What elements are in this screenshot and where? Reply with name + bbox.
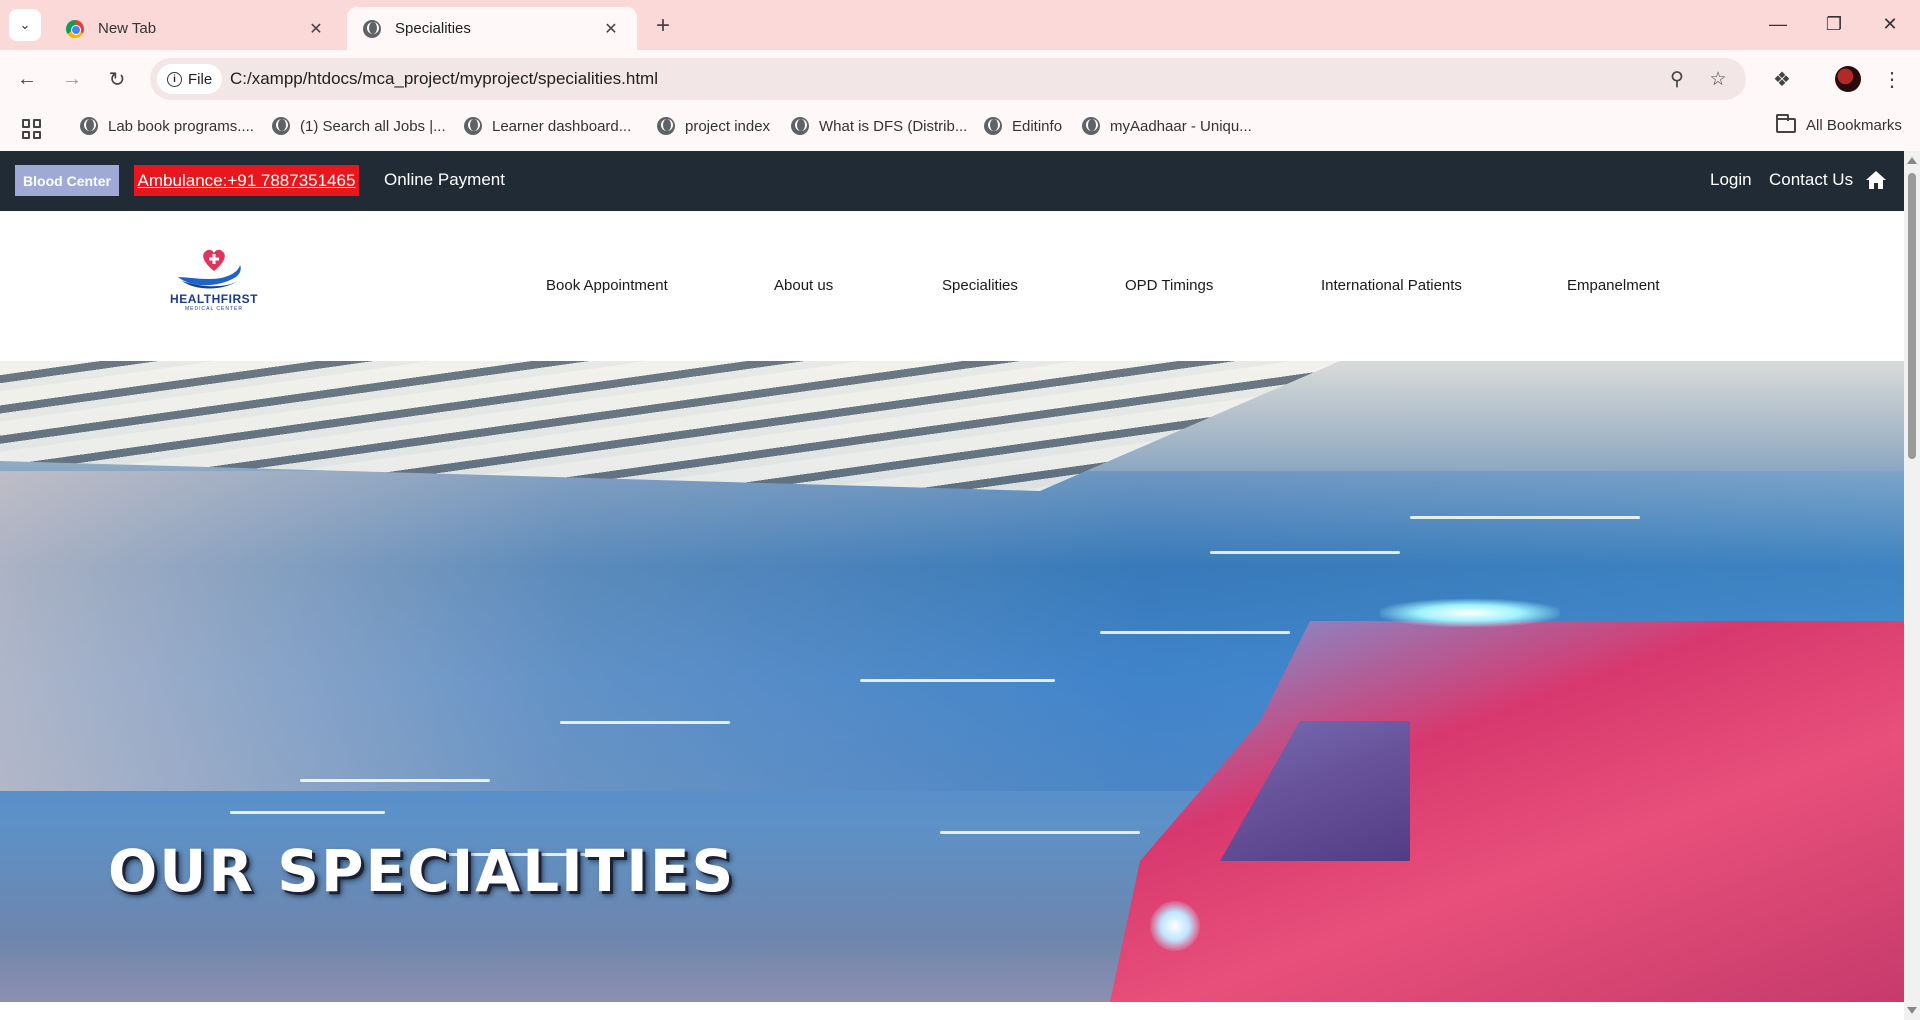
back-icon[interactable]: ← [12,64,42,94]
light-streak [560,721,730,724]
heart-hand-icon [178,249,241,289]
scroll-thumb[interactable] [1908,173,1916,459]
extensions-icon[interactable]: ❖ [1767,64,1797,94]
bookmark-label: What is DFS (Distrib... [819,117,968,135]
tab-specialities[interactable]: Specialities ✕ [347,7,637,50]
all-bookmarks-button[interactable]: All Bookmarks [1776,114,1902,134]
all-bookmarks-label: All Bookmarks [1806,117,1902,134]
online-payment-link[interactable]: Online Payment [384,170,505,190]
hero-banner: OUR SPECIALITIES [0,361,1904,1002]
globe-icon [272,117,290,135]
globe-icon [984,117,1002,135]
bookmark-item[interactable]: myAadhaar - Uniqu... [1082,117,1252,135]
bookmark-label: myAadhaar - Uniqu... [1110,117,1252,135]
minimize-icon[interactable]: — [1756,8,1800,40]
forward-icon[interactable]: → [57,64,87,94]
close-icon[interactable]: ✕ [306,19,326,39]
chevron-down-icon: ⌄ [19,17,31,32]
light-streak [860,679,1055,682]
tab-title: New Tab [98,20,157,37]
browser-toolbar: ← → ↻ i File C:/xampp/htdocs/mca_project… [0,50,1920,107]
close-icon[interactable]: ✕ [601,19,621,39]
bookmark-label: Learner dashboard... [492,117,632,135]
page-scrollbar[interactable] [1904,151,1920,1020]
ambulance-link[interactable]: Ambulance:+91 7887351465 [134,165,359,196]
main-navigation: HEALTHFIRST MEDICAL CENTER Book Appointm… [0,211,1904,361]
top-info-bar: Blood Center Ambulance:+91 7887351465 On… [0,151,1904,211]
site-info-label: File [188,70,213,88]
new-tab-button[interactable]: + [650,12,676,40]
browser-tab-strip: ⌄ New Tab ✕ Specialities ✕ + — ❐ ✕ [0,0,1920,50]
light-streak [1210,551,1400,554]
url-text[interactable]: C:/xampp/htdocs/mca_project/myproject/sp… [230,69,658,89]
contact-us-link[interactable]: Contact Us [1769,170,1853,190]
light-streak [940,831,1140,834]
nav-book-appointment[interactable]: Book Appointment [546,277,668,294]
nav-international-patients[interactable]: International Patients [1321,277,1462,294]
nav-opd-timings[interactable]: OPD Timings [1125,277,1213,294]
light-streak [300,779,490,782]
login-link[interactable]: Login [1710,170,1752,190]
star-icon[interactable]: ☆ [1706,67,1730,91]
nav-empanelment[interactable]: Empanelment [1567,277,1660,294]
tab-new-tab[interactable]: New Tab ✕ [50,7,342,50]
bookmark-item[interactable]: Lab book programs.... [80,117,254,135]
tab-search-button[interactable]: ⌄ [9,9,41,41]
folder-icon [1776,114,1796,133]
scroll-down-arrow-icon[interactable] [1907,1007,1917,1014]
site-info-chip[interactable]: i File [157,64,223,94]
zoom-icon[interactable]: ⚲ [1665,67,1689,91]
window-close-icon[interactable]: ✕ [1868,8,1912,40]
nav-about-us[interactable]: About us [774,277,833,294]
globe-icon [791,117,809,135]
restore-icon[interactable]: ❐ [1812,8,1856,40]
info-icon: i [167,71,182,87]
logo-name: HEALTHFIRST [170,292,258,306]
reload-icon[interactable]: ↻ [102,64,132,94]
page-viewport: Blood Center Ambulance:+91 7887351465 On… [0,151,1904,1020]
chrome-icon [66,19,84,38]
globe-icon [80,117,98,135]
light-streak [230,811,385,814]
blood-center-button[interactable]: Blood Center [15,165,119,196]
logo-subtitle: MEDICAL CENTER [185,306,243,312]
apps-grid-icon[interactable] [22,119,42,139]
more-menu-icon[interactable]: ⋮ [1877,64,1907,94]
tab-title: Specialities [395,20,471,37]
address-bar[interactable]: i File C:/xampp/htdocs/mca_project/mypro… [150,58,1746,100]
siren-light [1380,599,1560,627]
bookmark-item[interactable]: Learner dashboard... [464,117,631,135]
bookmark-label: Editinfo [1012,117,1063,135]
bookmark-label: Lab book programs.... [108,117,254,135]
bookmark-item[interactable]: (1) Search all Jobs |... [272,117,446,135]
bookmark-label: project index [685,117,771,135]
profile-avatar[interactable] [1835,66,1861,92]
nav-specialities[interactable]: Specialities [942,277,1018,294]
bookmark-label: (1) Search all Jobs |... [300,117,446,135]
light-streak [1100,631,1290,634]
healthfirst-logo[interactable]: HEALTHFIRST MEDICAL CENTER [166,247,262,327]
bookmark-item[interactable]: project index [657,117,770,135]
home-icon[interactable] [1866,171,1886,189]
bookmark-item[interactable]: Editinfo [984,117,1062,135]
globe-icon [1082,117,1100,135]
headlight [1150,901,1200,951]
bookmarks-bar: Lab book programs.... (1) Search all Job… [0,107,1920,151]
light-streak [1410,516,1640,519]
bookmark-item[interactable]: What is DFS (Distrib... [791,117,967,135]
hero-title: OUR SPECIALITIES [108,837,736,905]
globe-icon [363,19,381,38]
globe-icon [657,117,675,135]
globe-icon [464,117,482,135]
scroll-up-arrow-icon[interactable] [1907,157,1917,164]
